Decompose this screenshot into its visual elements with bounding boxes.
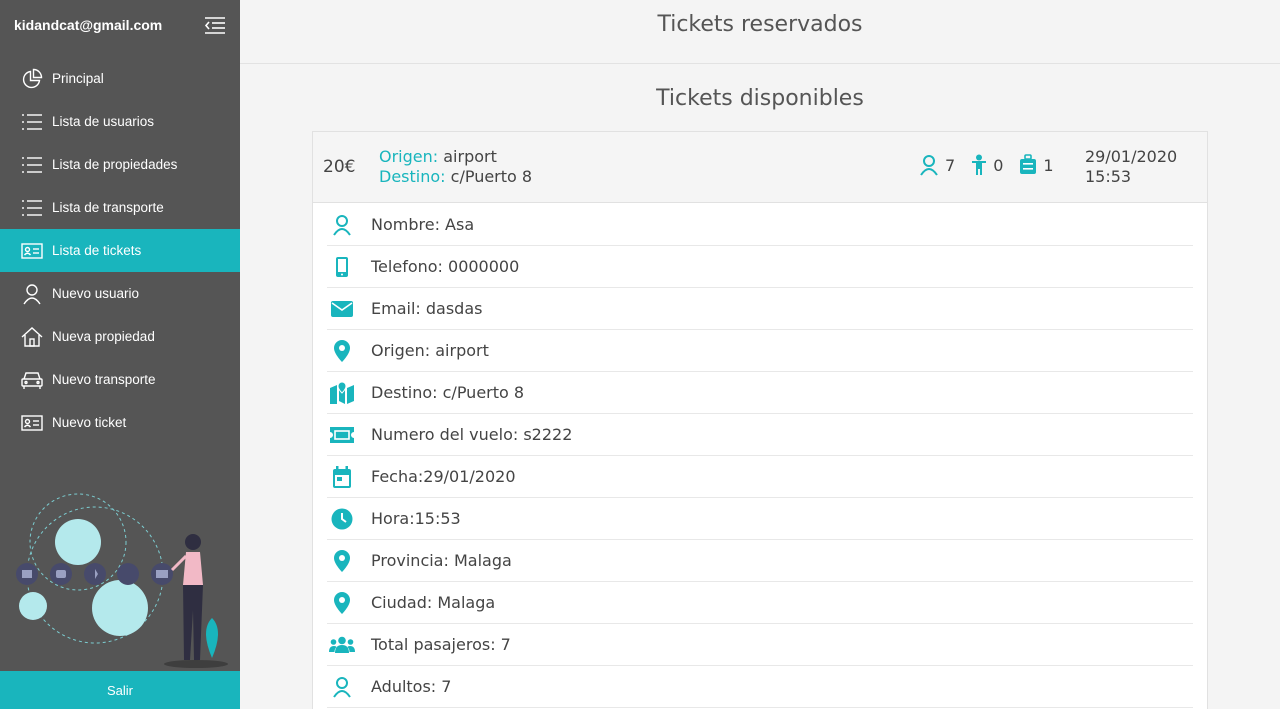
detail-row: Telefono: 0000000: [327, 246, 1193, 288]
sidebar-item-lista-transporte[interactable]: Lista de transporte: [0, 186, 240, 229]
sidebar-item-lista-tickets[interactable]: Lista de tickets: [0, 229, 240, 272]
detail-row: Total pasajeros: 7: [327, 624, 1193, 666]
main-content: Tickets reservados Tickets disponibles 2…: [240, 0, 1280, 709]
detail-row: Email: dasdas: [327, 288, 1193, 330]
available-tickets-title: Tickets disponibles: [656, 86, 864, 111]
detail-row: Hora:15:53: [327, 498, 1193, 540]
sidebar-item-label: Lista de transporte: [52, 200, 164, 215]
ticket-details: Nombre: Asa Telefono: 0000000 Email: das…: [327, 204, 1193, 708]
sidebar-item-nuevo-usuario[interactable]: Nuevo usuario: [0, 272, 240, 315]
map-marker-icon: [327, 339, 357, 363]
sidebar: kidandcat@gmail.com Principal Lista de u…: [0, 0, 240, 709]
sidebar-item-label: Nuevo usuario: [52, 286, 140, 301]
detail-text: Fecha:29/01/2020: [371, 467, 516, 486]
detail-row: Nombre: Asa: [327, 204, 1193, 246]
ticket-datetime: 29/01/2020 15:53: [1085, 147, 1177, 187]
detail-text: Numero del vuelo: s2222: [371, 425, 573, 444]
map-icon: [327, 381, 357, 405]
sidebar-item-label: Lista de propiedades: [52, 157, 178, 172]
detail-row: Destino: c/Puerto 8: [327, 372, 1193, 414]
users-icon: [327, 633, 357, 657]
user-icon: [327, 213, 357, 237]
list-icon: [20, 111, 44, 133]
pie-chart-icon: [20, 68, 44, 90]
map-marker-icon: [327, 591, 357, 615]
detail-text: Email: dasdas: [371, 299, 483, 318]
detail-text: Nombre: Asa: [371, 215, 475, 234]
user-icon: [327, 675, 357, 699]
luggage-count: 1: [1019, 154, 1054, 176]
clock-icon: [327, 507, 357, 531]
origin-value: airport: [443, 147, 497, 166]
list-icon: [20, 197, 44, 219]
reserved-tickets-title: Tickets reservados: [240, 0, 1280, 64]
menu-collapse-icon[interactable]: [204, 16, 226, 34]
detail-text: Origen: airport: [371, 341, 489, 360]
envelope-icon: [327, 297, 357, 321]
list-icon: [20, 154, 44, 176]
ticket-card-header[interactable]: 20€ Origen: airport Destino: c/Puerto 8 …: [313, 132, 1207, 203]
user-email: kidandcat@gmail.com: [14, 17, 163, 33]
travel-illustration: [16, 493, 228, 668]
logout-button[interactable]: Salir: [0, 671, 240, 709]
ticket-route: Origen: airport Destino: c/Puerto 8: [379, 147, 532, 187]
destination-value: c/Puerto 8: [450, 167, 533, 186]
id-card-icon: [20, 240, 44, 262]
adults-count: 7: [919, 154, 955, 176]
map-marker-icon: [327, 549, 357, 573]
home-icon: [20, 326, 44, 348]
user-icon: [920, 155, 938, 176]
phone-icon: [327, 255, 357, 279]
children-count: 0: [971, 154, 1003, 176]
destination-key: Destino:: [379, 167, 446, 186]
sidebar-header: kidandcat@gmail.com: [0, 0, 240, 50]
adults-count-value: 7: [945, 155, 956, 175]
detail-row: Adultos: 7: [327, 666, 1193, 708]
origin-key: Origen:: [379, 147, 439, 166]
calendar-icon: [327, 465, 357, 489]
detail-row: Ciudad: Malaga: [327, 582, 1193, 624]
detail-text: Provincia: Malaga: [371, 551, 512, 570]
sidebar-item-label: Lista de usuarios: [52, 114, 155, 129]
detail-row: Fecha:29/01/2020: [327, 456, 1193, 498]
sidebar-nav: Principal Lista de usuarios Lista de pro…: [0, 57, 240, 444]
id-card-icon: [20, 412, 44, 434]
detail-text: Adultos: 7: [371, 677, 452, 696]
sidebar-item-label: Nuevo transporte: [52, 372, 156, 387]
sidebar-item-lista-propiedades[interactable]: Lista de propiedades: [0, 143, 240, 186]
luggage-count-value: 1: [1043, 155, 1054, 175]
ticket-icon: [327, 423, 357, 447]
user-icon: [20, 283, 44, 305]
child-icon: [972, 154, 987, 175]
detail-row: Numero del vuelo: s2222: [327, 414, 1193, 456]
detail-text: Ciudad: Malaga: [371, 593, 496, 612]
sidebar-item-label: Lista de tickets: [52, 243, 142, 258]
sidebar-item-nuevo-transporte[interactable]: Nuevo transporte: [0, 358, 240, 401]
sidebar-item-nuevo-ticket[interactable]: Nuevo ticket: [0, 401, 240, 444]
sidebar-item-nueva-propiedad[interactable]: Nueva propiedad: [0, 315, 240, 358]
ticket-price: 20€: [323, 157, 356, 177]
ticket-card: 20€ Origen: airport Destino: c/Puerto 8 …: [312, 131, 1208, 709]
car-icon: [20, 369, 44, 391]
detail-text: Telefono: 0000000: [371, 257, 520, 276]
sidebar-item-lista-usuarios[interactable]: Lista de usuarios: [0, 100, 240, 143]
sidebar-item-label: Principal: [52, 71, 104, 86]
ticket-date: 29/01/2020: [1085, 147, 1178, 166]
passenger-counts: 7 0 1: [919, 154, 1070, 176]
detail-text: Destino: c/Puerto 8: [371, 383, 525, 402]
ticket-time: 15:53: [1085, 167, 1132, 186]
detail-text: Hora:15:53: [371, 509, 461, 528]
detail-row: Origen: airport: [327, 330, 1193, 372]
suitcase-icon: [1020, 154, 1037, 174]
children-count-value: 0: [993, 155, 1004, 175]
sidebar-item-label: Nuevo ticket: [52, 415, 127, 430]
sidebar-item-principal[interactable]: Principal: [0, 57, 240, 100]
detail-row: Provincia: Malaga: [327, 540, 1193, 582]
sidebar-item-label: Nueva propiedad: [52, 329, 155, 344]
detail-text: Total pasajeros: 7: [371, 635, 511, 654]
